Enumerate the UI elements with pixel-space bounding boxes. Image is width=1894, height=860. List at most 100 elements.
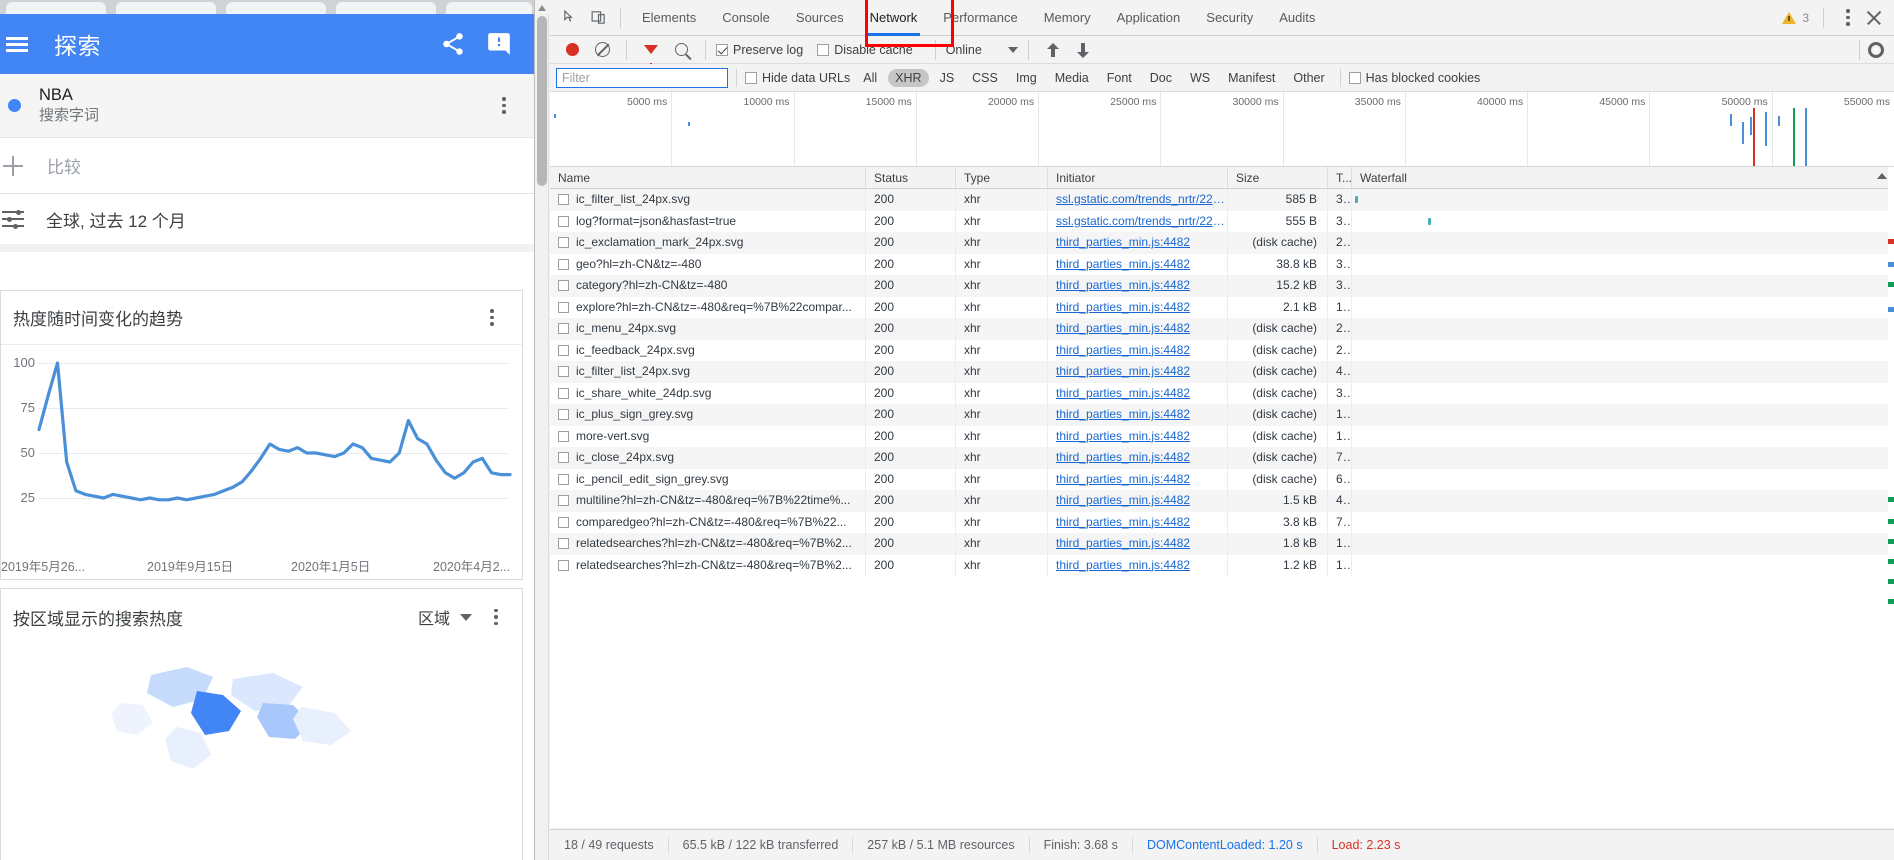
- chevron-down-icon[interactable]: [460, 613, 472, 621]
- world-map[interactable]: [1, 645, 522, 845]
- cell-initiator[interactable]: third_parties_min.js:4482: [1048, 404, 1228, 426]
- scrollbar-thumb[interactable]: [537, 16, 547, 186]
- feedback-icon[interactable]: [486, 31, 512, 57]
- cell-initiator[interactable]: third_parties_min.js:4482: [1048, 533, 1228, 555]
- region-card-options-icon[interactable]: [486, 607, 506, 627]
- cell-initiator[interactable]: third_parties_min.js:4482: [1048, 511, 1228, 533]
- row-checkbox[interactable]: [558, 280, 569, 292]
- region-select-value[interactable]: 区域: [418, 605, 450, 629]
- warning-icon[interactable]: [1782, 11, 1797, 24]
- tab-network[interactable]: Network: [857, 0, 931, 36]
- row-checkbox[interactable]: [558, 538, 569, 550]
- table-row[interactable]: explore?hl=zh-CN&tz=-480&req=%7B%22compa…: [550, 296, 1894, 318]
- browser-tab[interactable]: [6, 2, 106, 14]
- tab-memory[interactable]: Memory: [1031, 0, 1104, 36]
- cell-name[interactable]: ic_exclamation_mark_24px.svg: [550, 232, 866, 254]
- cell-name[interactable]: multiline?hl=zh-CN&tz=-480&req=%7B%22tim…: [550, 490, 866, 512]
- has-blocked-cookies-checkbox[interactable]: Has blocked cookies: [1348, 71, 1493, 85]
- tab-application[interactable]: Application: [1104, 0, 1194, 36]
- type-filter-manifest[interactable]: Manifest: [1221, 69, 1282, 87]
- table-row[interactable]: ic_menu_24px.svg 200 xhr third_parties_min.…: [550, 318, 1894, 340]
- row-checkbox[interactable]: [558, 194, 569, 206]
- clear-icon[interactable]: [588, 37, 616, 63]
- row-checkbox[interactable]: [558, 344, 569, 356]
- chevron-down-icon[interactable]: [1007, 46, 1018, 53]
- throttling-select[interactable]: Online: [946, 43, 1018, 57]
- tab-audits[interactable]: Audits: [1266, 0, 1328, 36]
- cell-name[interactable]: log?format=json&hasfast=true: [550, 210, 866, 232]
- column-header-size[interactable]: Size: [1228, 166, 1328, 189]
- row-checkbox[interactable]: [558, 495, 569, 507]
- column-header-waterfall[interactable]: Waterfall: [1352, 166, 1894, 189]
- table-row[interactable]: comparedgeo?hl=zh-CN&tz=-480&req=%7B%22.…: [550, 511, 1894, 533]
- type-filter-font[interactable]: Font: [1100, 69, 1139, 87]
- column-header-status[interactable]: Status: [866, 166, 956, 189]
- row-checkbox[interactable]: [558, 215, 569, 227]
- device-toolbar-icon[interactable]: [584, 5, 612, 31]
- cell-initiator[interactable]: third_parties_min.js:4482: [1048, 382, 1228, 404]
- cell-name[interactable]: category?hl=zh-CN&tz=-480: [550, 275, 866, 297]
- cell-name[interactable]: more-vert.svg: [550, 425, 866, 447]
- more-vertical-icon[interactable]: [1838, 8, 1858, 28]
- type-filter-img[interactable]: Img: [1009, 69, 1044, 87]
- browser-tab[interactable]: [226, 2, 326, 14]
- cell-name[interactable]: ic_filter_list_24px.svg: [550, 189, 866, 211]
- cell-name[interactable]: ic_feedback_24px.svg: [550, 339, 866, 361]
- cell-name[interactable]: ic_plus_sign_grey.svg: [550, 404, 866, 426]
- table-row[interactable]: ic_pencil_edit_sign_grey.svg 200 xhr third_…: [550, 468, 1894, 490]
- browser-tab[interactable]: [336, 2, 436, 14]
- row-checkbox[interactable]: [558, 430, 569, 442]
- table-row[interactable]: category?hl=zh-CN&tz=-480 200 xhr third_par…: [550, 275, 1894, 297]
- filter-icon[interactable]: [637, 37, 665, 68]
- table-row[interactable]: relatedsearches?hl=zh-CN&tz=-480&req=%7B…: [550, 554, 1894, 576]
- type-filter-js[interactable]: JS: [933, 69, 962, 87]
- column-header-initiator[interactable]: Initiator: [1048, 166, 1228, 189]
- browser-tab[interactable]: [116, 2, 216, 14]
- cell-name[interactable]: ic_pencil_edit_sign_grey.svg: [550, 468, 866, 490]
- type-filter-all[interactable]: All: [856, 69, 884, 87]
- cell-name[interactable]: ic_share_white_24dp.svg: [550, 382, 866, 404]
- cell-name[interactable]: relatedsearches?hl=zh-CN&tz=-480&req=%7B…: [550, 554, 866, 576]
- cell-initiator[interactable]: third_parties_min.js:4482: [1048, 253, 1228, 275]
- search-term-row[interactable]: NBA 搜索字词: [0, 74, 534, 138]
- gear-icon[interactable]: [1868, 41, 1884, 58]
- table-row[interactable]: multiline?hl=zh-CN&tz=-480&req=%7B%22tim…: [550, 490, 1894, 512]
- row-checkbox[interactable]: [558, 323, 569, 335]
- table-row[interactable]: ic_filter_list_24px.svg 200 xhr third_parti…: [550, 361, 1894, 383]
- row-checkbox[interactable]: [558, 516, 569, 528]
- scope-row[interactable]: 全球, 过去 12 个月: [0, 194, 534, 252]
- table-row[interactable]: log?format=json&hasfast=true 200 xhr ssl.gs…: [550, 210, 1894, 232]
- checkbox-box[interactable]: [716, 43, 728, 56]
- table-row[interactable]: geo?hl=zh-CN&tz=-480 200 xhr third_parties_…: [550, 253, 1894, 275]
- tab-elements[interactable]: Elements: [629, 0, 709, 36]
- cell-name[interactable]: ic_menu_24px.svg: [550, 318, 866, 340]
- sort-ascending-icon[interactable]: [1877, 172, 1887, 179]
- record-stop-icon[interactable]: [558, 37, 586, 63]
- row-checkbox[interactable]: [558, 258, 569, 270]
- table-row[interactable]: ic_close_24px.svg 200 xhr third_parties_min…: [550, 447, 1894, 469]
- type-filter-ws[interactable]: WS: [1183, 69, 1217, 87]
- column-header-name[interactable]: Name: [550, 166, 866, 189]
- cell-name[interactable]: relatedsearches?hl=zh-CN&tz=-480&req=%7B…: [550, 533, 866, 555]
- cell-initiator[interactable]: third_parties_min.js:4482: [1048, 232, 1228, 254]
- search-icon[interactable]: [667, 37, 695, 63]
- cell-initiator[interactable]: third_parties_min.js:4482: [1048, 275, 1228, 297]
- cell-name[interactable]: ic_filter_list_24px.svg: [550, 361, 866, 383]
- network-overview-timeline[interactable]: 5000 ms 10000 ms 15000 ms 20000 ms 25000 ms 3…: [550, 92, 1894, 167]
- type-filter-css[interactable]: CSS: [965, 69, 1005, 87]
- export-har-icon[interactable]: [1069, 37, 1097, 63]
- cell-initiator[interactable]: ssl.gstatic.com/trends_nrtr/221...: [1048, 189, 1228, 211]
- cell-initiator[interactable]: third_parties_min.js:4482: [1048, 425, 1228, 447]
- term-options-icon[interactable]: [494, 96, 514, 116]
- cell-name[interactable]: ic_close_24px.svg: [550, 447, 866, 469]
- row-checkbox[interactable]: [558, 452, 569, 464]
- plus-icon[interactable]: [1, 154, 25, 178]
- table-row[interactable]: ic_filter_list_24px.svg 200 xhr ssl.gstatic…: [550, 189, 1894, 211]
- add-comparison-row[interactable]: 比较: [0, 138, 534, 194]
- interest-over-time-chart[interactable]: 100 75 50 25 2019年5月26... 2019年9月15日 2020年1月5日…: [1, 345, 522, 579]
- column-header-time[interactable]: T...: [1328, 166, 1352, 189]
- hamburger-icon[interactable]: [6, 36, 28, 52]
- cell-initiator[interactable]: third_parties_min.js:4482: [1048, 296, 1228, 318]
- table-row[interactable]: more-vert.svg 200 xhr third_parties_min.js:…: [550, 425, 1894, 447]
- checkbox-box[interactable]: [1348, 71, 1361, 84]
